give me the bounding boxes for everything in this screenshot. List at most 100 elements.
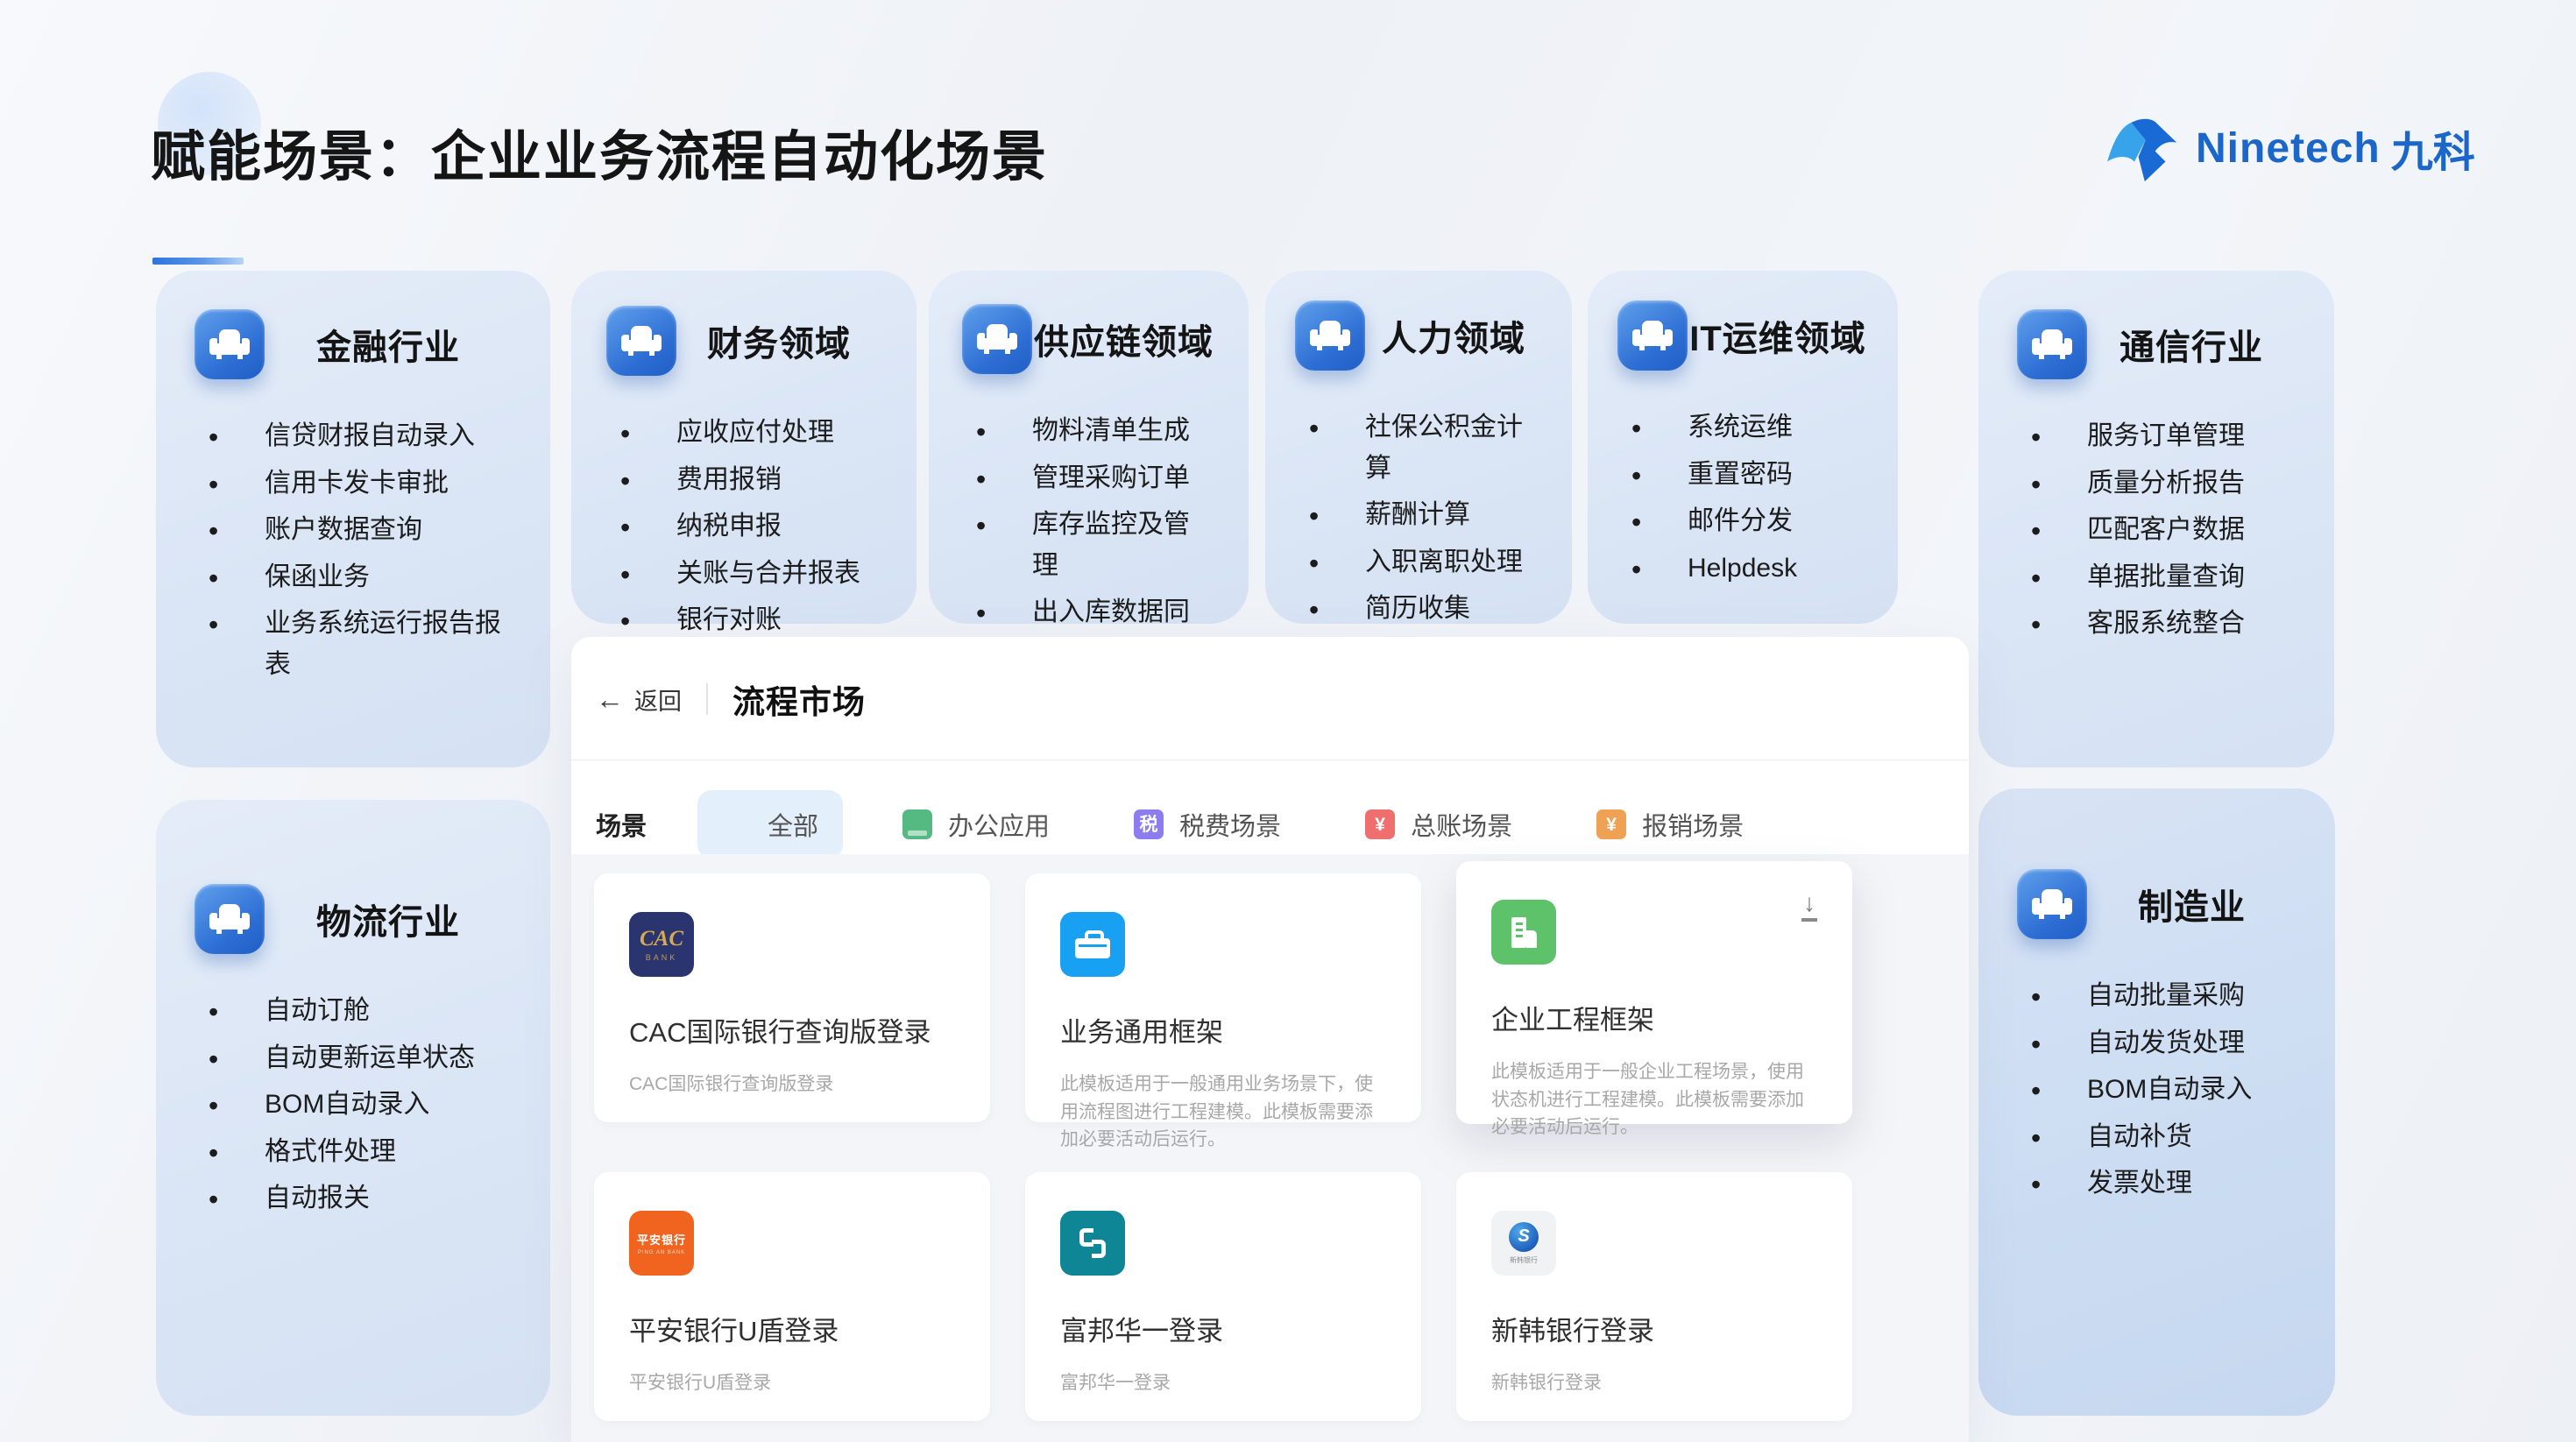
category-item: 库存监控及管理 (974, 505, 1215, 586)
category-item: 自动发货处理 (2029, 1023, 2296, 1064)
process-card-desc: 此模板适用于一般企业工程场景，使用状态机进行工程建模。此模板需要添加必要活动后运… (1491, 1058, 1817, 1142)
briefcase-icon (1060, 912, 1125, 977)
process-card[interactable]: S新韩银行新韩银行登录新韩银行登录 (1456, 1172, 1852, 1421)
category-item: 业务系统运行报告报表 (207, 604, 512, 685)
category-title: 财务领域 (676, 315, 881, 366)
process-card-title: 新韩银行登录 (1491, 1309, 1817, 1348)
category-item: 信贷财报自动录入 (207, 416, 512, 457)
process-card-title: 平安银行U盾登录 (629, 1309, 955, 1348)
category-title: 供应链领域 (1032, 314, 1215, 364)
process-card[interactable]: ↓企业工程框架此模板适用于一般企业工程场景，使用状态机进行工程建模。此模板需要添… (1456, 861, 1852, 1124)
armchair-icon (195, 309, 265, 379)
fubon-bank-logo (1060, 1211, 1125, 1276)
process-card-desc: CAC国际银行查询版登录 (629, 1071, 955, 1099)
category-title: 人力领域 (1365, 310, 1542, 361)
filter-chip-reimburse[interactable]: ¥ 报销场景 (1572, 790, 1768, 859)
filter-chip-label: 全部 (768, 806, 818, 843)
filter-chip-office[interactable]: 办公应用 (878, 790, 1074, 859)
category-item: 质量分析报告 (2029, 463, 2296, 505)
page-title: 赋能场景：企业业务流程自动化场景 (151, 112, 1048, 191)
category-item: 关账与合并报表 (619, 554, 881, 595)
category-title: 物流行业 (265, 894, 512, 944)
category-item: 邮件分发 (1630, 501, 1868, 542)
category-item: 保函业务 (207, 557, 512, 598)
process-card-title: CAC国际银行查询版登录 (629, 1010, 955, 1050)
category-card-1: 金融行业信贷财报自动录入信用卡发卡审批账户数据查询保函业务业务系统运行报告报表 (156, 271, 550, 767)
filter-chip-ledger[interactable]: ¥总账场景 (1341, 790, 1537, 859)
category-card-2: 财务领域应收应付处理费用报销纳税申报关账与合并报表银行对账 (571, 271, 916, 624)
market-panel: ← 返回 流程市场 场景 全部办公应用税税费场景¥总账场景¥报销场景 CACBA… (571, 637, 1969, 1442)
category-item: 信用卡发卡审批 (207, 463, 512, 505)
armchair-icon (2017, 869, 2087, 939)
category-item: 费用报销 (619, 460, 881, 501)
filter-chip-label: 总账场景 (1411, 806, 1512, 843)
ninetech-logo-icon (2099, 110, 2187, 186)
process-card[interactable]: 富邦华一登录富邦华一登录 (1025, 1172, 1421, 1421)
category-item: 社保公积金计算 (1307, 407, 1542, 489)
tax-icon: 税 (1134, 809, 1164, 839)
category-item: 重置密码 (1630, 455, 1868, 496)
category-item: 自动补货 (2029, 1117, 2296, 1158)
filter-chip-tax[interactable]: 税税费场景 (1109, 790, 1306, 859)
process-card-desc: 平安银行U盾登录 (629, 1369, 955, 1397)
back-arrow-icon: ← (596, 685, 624, 713)
process-card-grid: CACBANKCAC国际银行查询版登录CAC国际银行查询版登录业务通用框架此模板… (571, 854, 1969, 1442)
category-item: 自动订舱 (207, 991, 512, 1032)
filter-chip-label: 税费场景 (1179, 806, 1281, 843)
process-card[interactable]: 业务通用框架此模板适用于一般通用业务场景下，使用流程图进行工程建模。此模板需要添… (1025, 873, 1421, 1122)
brand-logo: Ninetech 九科 (2099, 110, 2475, 186)
cac-bank-logo: CACBANK (629, 912, 694, 977)
reimburse-icon: ¥ (1596, 809, 1626, 839)
category-item: Helpdesk (1630, 548, 1868, 590)
process-card-desc: 此模板适用于一般通用业务场景下，使用流程图进行工程建模。此模板需要添加必要活动后… (1060, 1071, 1386, 1154)
download-icon[interactable]: ↓ (1801, 891, 1817, 922)
category-item: 自动批量采购 (2029, 976, 2296, 1017)
category-item: 纳税申报 (619, 506, 881, 548)
category-item: 自动更新运单状态 (207, 1038, 512, 1079)
category-item: 匹配客户数据 (2029, 510, 2296, 551)
category-item: BOM自动录入 (2029, 1070, 2296, 1111)
armchair-icon (195, 884, 265, 954)
category-item: 银行对账 (619, 600, 881, 641)
filter-chip-label: 办公应用 (948, 806, 1050, 843)
category-card-8: 制造业自动批量采购自动发货处理 BOM自动录入自动补货发票处理 (1978, 788, 2335, 1416)
armchair-icon (1295, 300, 1365, 371)
process-card-title: 业务通用框架 (1060, 1010, 1386, 1050)
category-card-6: 通信行业服务订单管理质量分析报告匹配客户数据单据批量查询客服系统整合 (1978, 271, 2334, 767)
category-item: 系统运维 (1630, 407, 1868, 449)
filter-chip-all[interactable]: 全部 (697, 790, 843, 859)
process-card[interactable]: 平安银行PING AN BANK平安银行U盾登录平安银行U盾登录 (594, 1172, 990, 1421)
category-title: 制造业 (2087, 879, 2296, 930)
process-card-desc: 富邦华一登录 (1060, 1369, 1386, 1397)
category-item: 应收应付处理 (619, 413, 881, 454)
scene-filter-label: 场景 (596, 806, 647, 843)
category-item: 发票处理 (2029, 1163, 2296, 1205)
process-card[interactable]: CACBANK CAC国际银行查询版登录 CAC国际银行查询版登录 (594, 873, 990, 1122)
filter-chip-label: 报销场景 (1642, 806, 1744, 843)
armchair-icon (2017, 309, 2087, 379)
header-divider (706, 683, 708, 715)
category-item: 入职离职处理 (1307, 542, 1542, 583)
brand-name-cn: 九科 (2391, 117, 2475, 179)
category-item: 账户数据查询 (207, 510, 512, 551)
category-item: 自动报关 (207, 1178, 512, 1219)
brand-name-en: Ninetech (2196, 124, 2381, 173)
process-card-title: 富邦华一登录 (1060, 1309, 1386, 1348)
category-item: 单据批量查询 (2029, 557, 2296, 598)
process-card-desc: 新韩银行登录 (1491, 1369, 1817, 1397)
process-card-title: 企业工程框架 (1491, 998, 1817, 1037)
category-title: IT运维领域 (1688, 310, 1868, 361)
shinhan-bank-logo: S新韩银行 (1491, 1211, 1556, 1276)
back-button[interactable]: ← 返回 (596, 682, 682, 717)
armchair-icon (962, 304, 1032, 374)
building-icon (1491, 900, 1556, 965)
armchair-icon (606, 306, 676, 376)
category-item: 管理采购订单 (974, 458, 1215, 499)
category-title: 通信行业 (2087, 319, 2296, 370)
back-label: 返回 (634, 682, 682, 717)
category-card-5: IT运维领域系统运维重置密码邮件分发 Helpdesk (1588, 271, 1898, 624)
category-card-4: 人力领域社保公积金计算薪酬计算入职离职处理简历收集 (1265, 271, 1572, 624)
grid-icon (722, 809, 752, 839)
pingan-bank-logo: 平安银行PING AN BANK (629, 1211, 694, 1276)
armchair-icon (1617, 300, 1688, 371)
